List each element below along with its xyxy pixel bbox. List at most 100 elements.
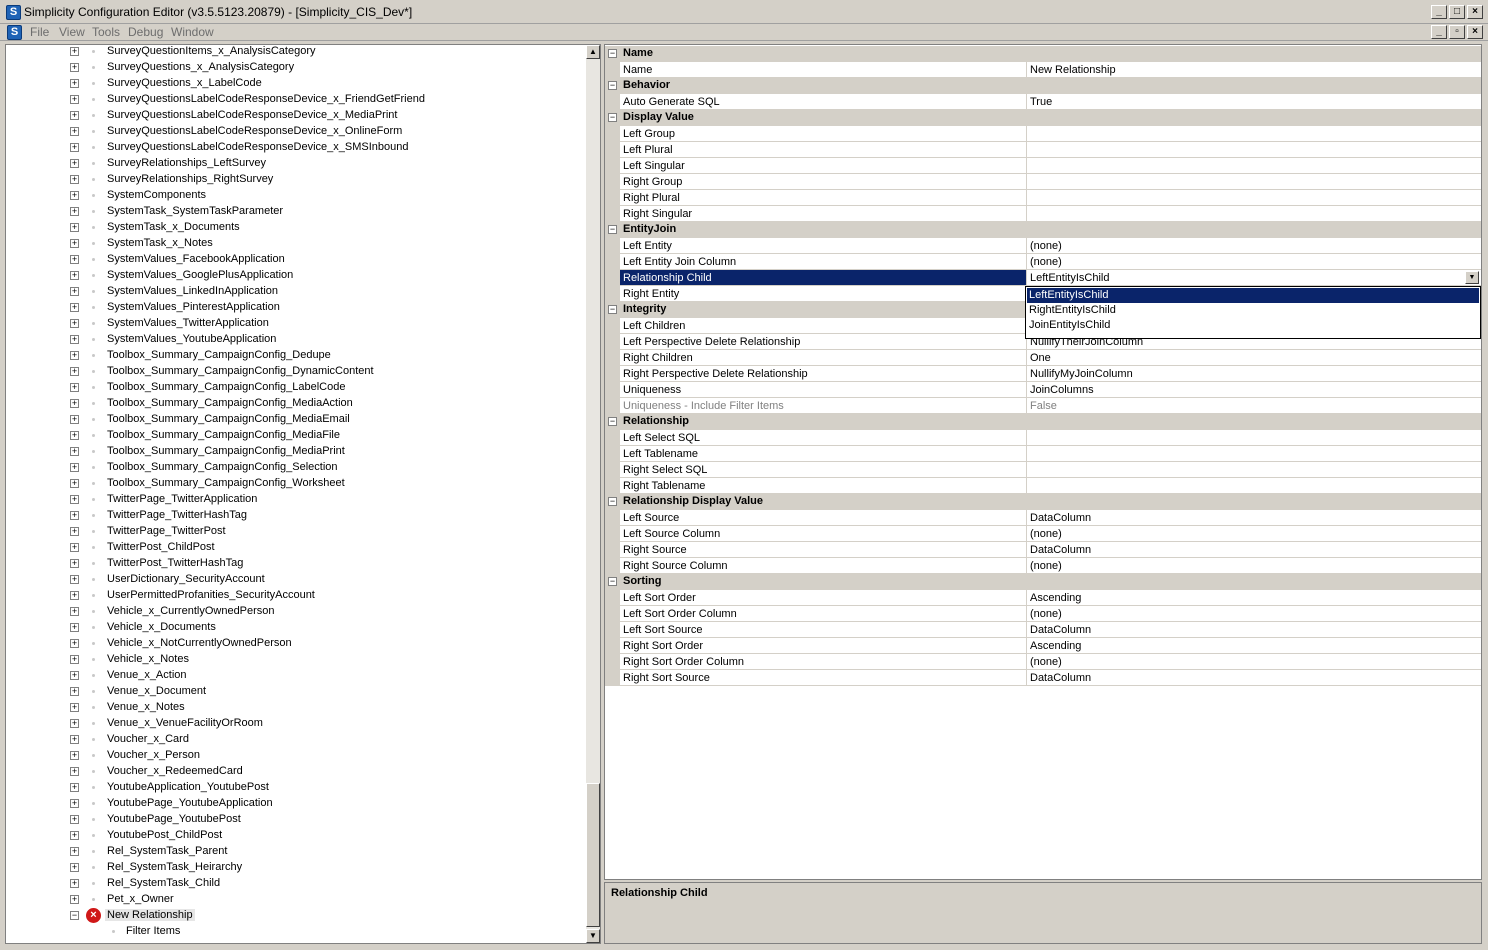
expand-icon[interactable]: + (70, 303, 79, 312)
menu-file[interactable]: File (30, 25, 49, 39)
property-name[interactable]: Relationship Child (620, 270, 1027, 286)
tree-node[interactable]: + Rel_SystemTask_Child (6, 876, 586, 892)
property-value[interactable] (1027, 462, 1481, 478)
property-row[interactable]: Left Select SQL (605, 430, 1481, 446)
property-row[interactable]: Relationship Child LeftEntityIsChild ▼ (605, 270, 1481, 286)
expand-icon[interactable]: + (70, 431, 79, 440)
expand-icon[interactable]: + (70, 319, 79, 328)
property-value[interactable]: JoinColumns (1027, 382, 1481, 398)
expand-icon[interactable]: + (70, 815, 79, 824)
expand-icon[interactable]: + (70, 607, 79, 616)
expand-icon[interactable]: + (70, 367, 79, 376)
expand-icon[interactable]: + (70, 639, 79, 648)
tree-node[interactable]: + Voucher_x_Person (6, 748, 586, 764)
property-row[interactable]: Left Singular (605, 158, 1481, 174)
expand-icon[interactable]: + (70, 543, 79, 552)
property-name[interactable]: Left Entity (620, 238, 1027, 254)
property-name[interactable]: Right Sort Order Column (620, 654, 1027, 670)
dropdown-option[interactable]: RightEntityIsChild (1027, 303, 1479, 318)
property-name[interactable]: Left Source Column (620, 526, 1027, 542)
dropdown-arrow-icon[interactable]: ▼ (1465, 271, 1479, 284)
property-value[interactable]: DataColumn (1027, 510, 1481, 526)
property-row[interactable]: Right Perspective Delete Relationship Nul… (605, 366, 1481, 382)
property-value[interactable]: One (1027, 350, 1481, 366)
property-row[interactable]: Left Sort Order Ascending (605, 590, 1481, 606)
expand-icon[interactable]: + (70, 399, 79, 408)
tree-node[interactable]: + Vehicle_x_Documents (6, 620, 586, 636)
property-name[interactable]: Right Sort Source (620, 670, 1027, 686)
property-value[interactable] (1027, 430, 1481, 446)
property-name[interactable]: Right Children (620, 350, 1027, 366)
property-name[interactable]: Right Perspective Delete Relationship (620, 366, 1027, 382)
menu-debug[interactable]: Debug (128, 25, 163, 39)
property-row[interactable]: Right Children One (605, 350, 1481, 366)
property-name[interactable]: Uniqueness (620, 382, 1027, 398)
tree-node[interactable]: + Voucher_x_RedeemedCard (6, 764, 586, 780)
expand-icon[interactable]: + (70, 351, 79, 360)
property-value[interactable]: True (1027, 94, 1481, 110)
tree-node-child[interactable]: Filter Items (6, 924, 586, 940)
scroll-down-icon[interactable]: ▼ (586, 929, 600, 943)
expand-icon[interactable]: + (70, 863, 79, 872)
property-name[interactable]: Right Plural (620, 190, 1027, 206)
category-row[interactable]: − EntityJoin (605, 222, 1481, 238)
property-name[interactable]: Left Sort Source (620, 622, 1027, 638)
expand-icon[interactable]: + (70, 879, 79, 888)
tree-node[interactable]: + Toolbox_Summary_CampaignConfig_LabelCod… (6, 380, 586, 396)
tree-node[interactable]: + UserPermittedProfanities_SecurityAccoun… (6, 588, 586, 604)
property-row[interactable]: Left Entity Join Column (none) (605, 254, 1481, 270)
tree-node[interactable]: + Toolbox_Summary_CampaignConfig_MediaFil… (6, 428, 586, 444)
property-row[interactable]: Right Tablename (605, 478, 1481, 494)
tree-node[interactable]: + TwitterPost_TwitterHashTag (6, 556, 586, 572)
property-row[interactable]: Uniqueness JoinColumns (605, 382, 1481, 398)
expand-icon[interactable]: + (70, 335, 79, 344)
collapse-icon[interactable]: − (608, 305, 617, 314)
property-value[interactable] (1027, 190, 1481, 206)
tree-node[interactable]: + SurveyQuestions_x_AnalysisCategory (6, 60, 586, 76)
property-name[interactable]: Right Singular (620, 206, 1027, 222)
property-row[interactable]: Name New Relationship (605, 62, 1481, 78)
property-value[interactable]: NullifyMyJoinColumn (1027, 366, 1481, 382)
expand-icon[interactable]: + (70, 895, 79, 904)
tree-node[interactable]: + SurveyRelationships_LeftSurvey (6, 156, 586, 172)
relationship-tree[interactable]: + SurveyQuestionItems_x_AnalysisCategory +… (5, 44, 601, 944)
tree-node[interactable]: + TwitterPage_TwitterHashTag (6, 508, 586, 524)
property-row[interactable]: Right Sort Source DataColumn (605, 670, 1481, 686)
dropdown-option[interactable]: JoinEntityIsChild (1027, 318, 1479, 333)
property-row[interactable]: Right Sort Order Ascending (605, 638, 1481, 654)
property-row[interactable]: Left Tablename (605, 446, 1481, 462)
expand-icon[interactable]: + (70, 767, 79, 776)
collapse-icon[interactable]: − (70, 911, 79, 920)
expand-icon[interactable]: + (70, 735, 79, 744)
category-row[interactable]: − Name (605, 46, 1481, 62)
tree-node[interactable]: + Rel_SystemTask_Heirarchy (6, 860, 586, 876)
tree-node[interactable]: + Toolbox_Summary_CampaignConfig_MediaPri… (6, 444, 586, 460)
tree-node[interactable]: + Toolbox_Summary_CampaignConfig_MediaAct… (6, 396, 586, 412)
tree-node[interactable]: + SystemTask_x_Documents (6, 220, 586, 236)
tree-node[interactable]: + YoutubePage_YoutubePost (6, 812, 586, 828)
property-name[interactable]: Name (620, 62, 1027, 78)
tree-node[interactable]: + SystemTask_x_Notes (6, 236, 586, 252)
property-value[interactable] (1027, 478, 1481, 494)
tree-node[interactable]: + SystemValues_YoutubeApplication (6, 332, 586, 348)
property-name[interactable]: Left Entity Join Column (620, 254, 1027, 270)
expand-icon[interactable]: + (70, 159, 79, 168)
expand-icon[interactable]: + (70, 79, 79, 88)
property-row[interactable]: Left Source DataColumn (605, 510, 1481, 526)
tree-node[interactable]: + Rel_SystemTask_Parent (6, 844, 586, 860)
property-row[interactable]: Auto Generate SQL True (605, 94, 1481, 110)
expand-icon[interactable]: + (70, 111, 79, 120)
tree-node[interactable]: + Venue_x_VenueFacilityOrRoom (6, 716, 586, 732)
property-name[interactable]: Right Group (620, 174, 1027, 190)
expand-icon[interactable]: + (70, 415, 79, 424)
tree-node[interactable]: + SystemValues_PinterestApplication (6, 300, 586, 316)
tree-node[interactable]: + TwitterPage_TwitterPost (6, 524, 586, 540)
tree-node[interactable]: + Toolbox_Summary_CampaignConfig_Workshee… (6, 476, 586, 492)
property-row[interactable]: Left Sort Source DataColumn (605, 622, 1481, 638)
expand-icon[interactable]: + (70, 623, 79, 632)
scroll-thumb[interactable] (586, 783, 600, 927)
expand-icon[interactable]: + (70, 95, 79, 104)
property-value[interactable]: (none) (1027, 238, 1481, 254)
expand-icon[interactable]: + (70, 655, 79, 664)
expand-icon[interactable]: + (70, 847, 79, 856)
